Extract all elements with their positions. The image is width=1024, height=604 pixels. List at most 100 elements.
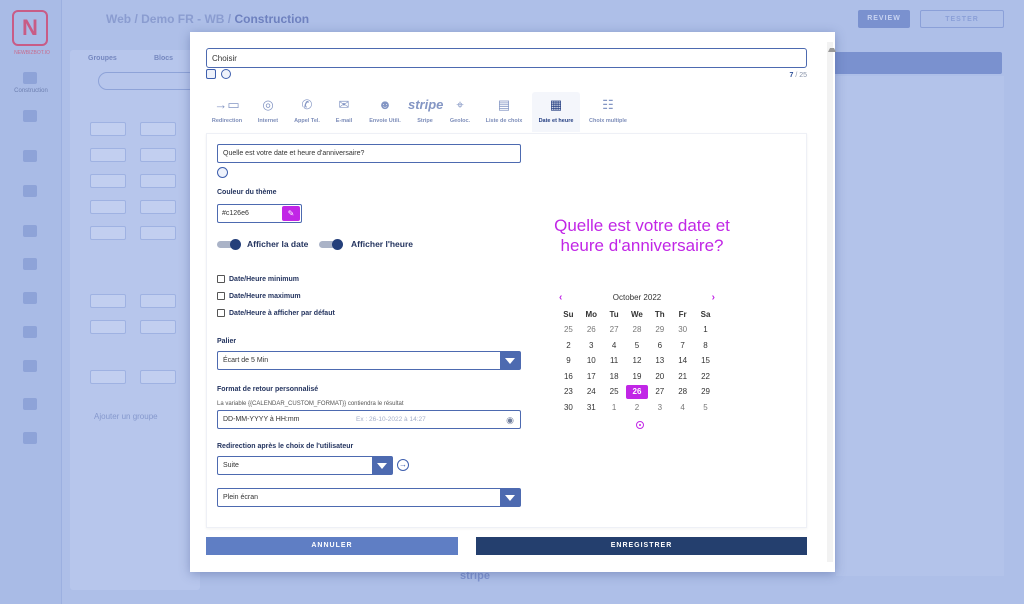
block-chip[interactable] [90, 122, 126, 136]
block-chip[interactable] [140, 226, 176, 240]
tab-user-send[interactable]: ☻ Envoie Utili. [362, 92, 408, 132]
chevron-down-icon[interactable] [500, 489, 520, 506]
calendar-day[interactable]: 5 [626, 338, 649, 354]
block-chip[interactable] [140, 200, 176, 214]
publish-button[interactable]: TESTER [920, 10, 1004, 28]
block-chip[interactable] [140, 122, 176, 136]
redirect-select[interactable]: Suite [217, 456, 393, 475]
calendar-day[interactable]: 4 [603, 338, 626, 354]
calendar-day[interactable]: 10 [580, 353, 603, 369]
calendar-day[interactable]: 18 [603, 369, 626, 385]
sidebar-icon[interactable] [23, 110, 37, 122]
tab-email[interactable]: ✉ E-mail [326, 92, 362, 132]
block-chip[interactable] [90, 294, 126, 308]
calendar-day[interactable]: 12 [626, 353, 649, 369]
sidebar-icon[interactable] [23, 185, 37, 197]
calendar-day[interactable]: 28 [626, 322, 649, 338]
calendar-day[interactable]: 3 [648, 400, 671, 416]
calendar-day[interactable]: 22 [694, 369, 717, 385]
calendar-day[interactable]: 23 [557, 384, 580, 400]
calendar-day[interactable]: 7 [671, 338, 694, 354]
calendar-day-selected[interactable]: 26 [625, 384, 649, 400]
calendar-day[interactable]: 1 [603, 400, 626, 416]
display-mode-select[interactable]: Plein écran [217, 488, 521, 507]
calendar-day[interactable]: 13 [648, 353, 671, 369]
question-input[interactable]: Quelle est votre date et heure d'anniver… [217, 144, 521, 163]
tab-redirection[interactable]: →▭ Redirection [206, 92, 248, 132]
tab-groups[interactable]: Groupes [88, 55, 117, 62]
block-chip[interactable] [90, 370, 126, 384]
calendar-day[interactable]: 28 [671, 384, 694, 400]
calendar-day[interactable]: 6 [648, 338, 671, 354]
calendar-day[interactable]: 30 [671, 322, 694, 338]
calendar-day[interactable]: 29 [694, 384, 717, 400]
cancel-button[interactable]: ANNULER [206, 537, 458, 555]
save-button[interactable]: ENREGISTRER [476, 537, 807, 555]
add-group-hint[interactable]: Ajouter un groupe [94, 412, 158, 421]
eye-icon[interactable]: ◉ [506, 415, 514, 426]
format-icon[interactable] [206, 69, 216, 79]
chevron-down-icon[interactable] [372, 457, 392, 474]
show-date-toggle[interactable] [217, 239, 241, 250]
calendar-day[interactable]: 20 [648, 369, 671, 385]
block-chip[interactable] [90, 226, 126, 240]
preview-button[interactable]: REVIEW [858, 10, 910, 28]
calendar-day[interactable]: 30 [557, 400, 580, 416]
calendar-day[interactable]: 24 [580, 384, 603, 400]
calendar-day[interactable]: 2 [626, 400, 649, 416]
chevron-down-icon[interactable] [500, 352, 520, 369]
block-chip[interactable] [140, 294, 176, 308]
block-chip[interactable] [90, 200, 126, 214]
step-select[interactable]: Écart de 5 Min [217, 351, 521, 370]
tab-internet[interactable]: ◎ Internet [248, 92, 288, 132]
calendar-day[interactable]: 29 [648, 322, 671, 338]
calendar-day[interactable]: 25 [557, 322, 580, 338]
calendar-day[interactable]: 9 [557, 353, 580, 369]
clock-icon[interactable] [636, 421, 644, 429]
max-datetime-checkbox[interactable] [217, 292, 225, 300]
calendar-day[interactable]: 1 [694, 322, 717, 338]
sidebar-icon[interactable] [23, 326, 37, 338]
calendar-day[interactable]: 8 [694, 338, 717, 354]
block-chip[interactable] [90, 148, 126, 162]
gear-icon[interactable] [23, 150, 37, 162]
emoji-icon[interactable] [221, 69, 231, 79]
tab-phone[interactable]: ✆ Appel Tel. [288, 92, 326, 132]
block-chip[interactable] [90, 174, 126, 188]
calendar-day[interactable]: 4 [671, 400, 694, 416]
block-chip[interactable] [140, 320, 176, 334]
calendar-day[interactable]: 16 [557, 369, 580, 385]
sidebar-icon[interactable] [23, 225, 37, 237]
block-chip[interactable] [90, 320, 126, 334]
calendar-day[interactable]: 27 [603, 322, 626, 338]
calendar-day[interactable]: 5 [694, 400, 717, 416]
calendar-day[interactable]: 15 [694, 353, 717, 369]
calendar-day[interactable]: 31 [580, 400, 603, 416]
sidebar-icon[interactable] [23, 360, 37, 372]
block-chip[interactable] [140, 148, 176, 162]
min-datetime-checkbox[interactable] [217, 275, 225, 283]
custom-format-input[interactable]: DD-MM-YYYY à HH:mm Ex : 26-10-2022 à 14:… [217, 410, 521, 429]
tab-date-time[interactable]: ▦ Date et heure [532, 92, 580, 132]
wrench-icon[interactable] [23, 72, 37, 84]
users-icon[interactable] [23, 292, 37, 304]
calendar-day[interactable]: 11 [603, 353, 626, 369]
chevron-left-icon[interactable]: ‹ [559, 290, 562, 306]
calendar-day[interactable]: 3 [580, 338, 603, 354]
modal-scrollbar[interactable] [827, 42, 836, 562]
block-chip[interactable] [140, 174, 176, 188]
block-chip[interactable] [140, 370, 176, 384]
arrow-right-icon[interactable]: → [397, 459, 409, 471]
calendar-day[interactable]: 2 [557, 338, 580, 354]
sidebar-icon[interactable] [23, 258, 37, 270]
calendar-day[interactable]: 19 [626, 369, 649, 385]
sidebar-item-construction[interactable]: Construction [4, 88, 58, 94]
tab-multiple-choice[interactable]: ☷ Choix multiple [582, 92, 634, 132]
tab-stripe[interactable]: stripe Stripe [408, 92, 443, 132]
calendar-day[interactable]: 21 [671, 369, 694, 385]
panel-search[interactable] [98, 72, 198, 90]
calendar-day[interactable]: 17 [580, 369, 603, 385]
choice-title-input[interactable]: Choisir [206, 48, 807, 68]
help-icon[interactable] [23, 398, 37, 410]
show-time-toggle[interactable] [319, 239, 343, 250]
